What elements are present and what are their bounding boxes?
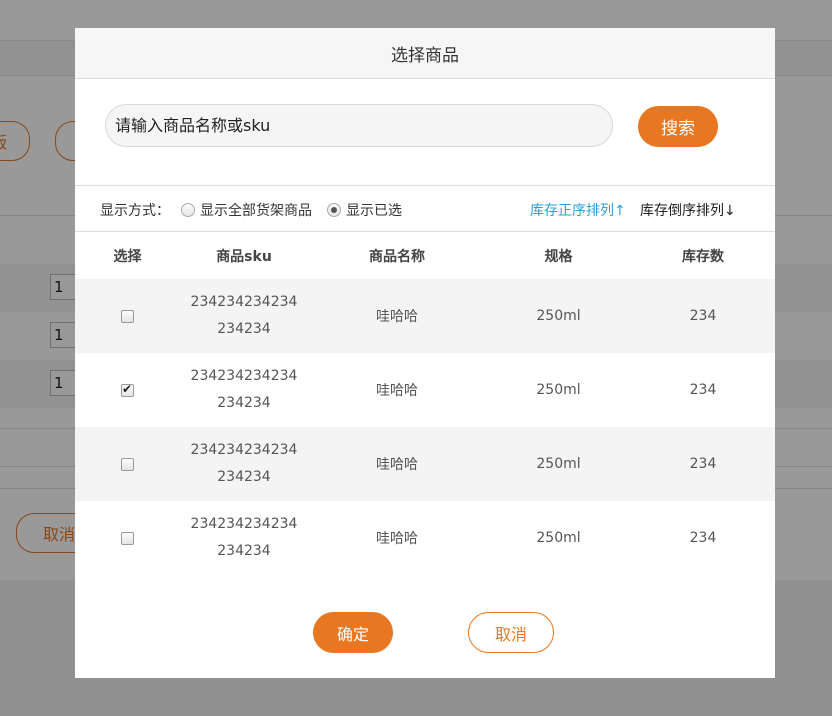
product-spec: 250ml xyxy=(536,530,581,546)
sort-stock-desc-link[interactable]: 库存倒序排列↓ xyxy=(640,200,736,220)
table-row[interactable]: 234234234234234234 哇哈哈 250ml 234 xyxy=(75,279,775,353)
cancel-button[interactable]: 取消 xyxy=(468,612,554,653)
sort-stock-asc-link[interactable]: 库存正序排列↑ xyxy=(530,200,626,220)
sku-line: 234234234234 xyxy=(190,442,298,458)
sku-line: 234234 xyxy=(217,321,271,337)
radio-show-all[interactable]: 显示全部货架商品 xyxy=(181,200,312,220)
sku-line: 234234 xyxy=(217,395,271,411)
product-stock: 234 xyxy=(689,530,717,546)
radio-label: 显示已选 xyxy=(346,203,402,219)
table-row[interactable]: 234234234234234234 哇哈哈 250ml 234 xyxy=(75,353,775,427)
radio-button[interactable] xyxy=(181,203,195,217)
table-row[interactable]: 234234234234234234 哇哈哈 250ml 234 xyxy=(75,501,775,575)
display-mode-bar: 显示方式： 显示全部货架商品 显示已选 库存正序排列↑ 库存倒序排列↓ xyxy=(75,186,775,232)
row-checkbox[interactable] xyxy=(121,531,134,545)
product-name: 哇哈哈 xyxy=(308,279,486,353)
dialog-actions: 确定 取消 xyxy=(75,612,775,653)
radio-button[interactable] xyxy=(327,203,341,217)
radio-label: 显示全部货架商品 xyxy=(200,203,312,219)
product-spec: 250ml xyxy=(486,279,631,353)
column-header-stock: 库存数 xyxy=(682,248,724,265)
table-header-row: 选择 商品sku 商品名称 规格 库存数 xyxy=(75,232,775,279)
row-checkbox[interactable] xyxy=(121,382,134,397)
product-name: 哇哈哈 xyxy=(376,383,418,399)
product-stock: 234 xyxy=(631,279,775,353)
dialog-header: 选择商品 xyxy=(75,28,775,79)
sku-line: 234234234234 xyxy=(190,516,298,532)
column-header-select: 选择 xyxy=(113,248,142,265)
column-header-sku: 商品sku xyxy=(216,248,272,265)
product-spec: 250ml xyxy=(536,382,581,398)
sku-line: 234234234234 xyxy=(190,294,298,310)
radio-show-selected[interactable]: 显示已选 xyxy=(327,200,402,220)
select-product-dialog: 选择商品 搜索 显示方式： 显示全部货架商品 显示已选 库存正序排列↑ 库存倒序… xyxy=(75,28,775,678)
dialog-title: 选择商品 xyxy=(391,45,459,66)
product-table: 选择 商品sku 商品名称 规格 库存数 234234234234 234234 … xyxy=(75,232,775,575)
row-checkbox[interactable] xyxy=(121,309,134,323)
confirm-button[interactable]: 确定 xyxy=(313,612,393,653)
product-spec: 250ml xyxy=(486,427,631,501)
search-area: 搜索 xyxy=(75,79,775,186)
sku-line: 234234 xyxy=(217,469,271,485)
product-stock: 234 xyxy=(689,382,717,398)
search-input[interactable] xyxy=(105,104,613,147)
row-checkbox[interactable] xyxy=(121,457,134,471)
product-name: 哇哈哈 xyxy=(308,427,486,501)
sku-line: 234234 xyxy=(217,543,271,559)
column-header-spec: 规格 xyxy=(544,248,573,265)
display-mode-label: 显示方式： xyxy=(100,203,170,219)
column-header-name: 商品名称 xyxy=(369,248,425,265)
product-stock: 234 xyxy=(631,427,775,501)
product-name: 哇哈哈 xyxy=(376,531,418,547)
table-row[interactable]: 234234234234234234 哇哈哈 250ml 234 xyxy=(75,427,775,501)
sku-line: 234234234234 xyxy=(190,368,298,384)
search-button[interactable]: 搜索 xyxy=(638,106,718,147)
